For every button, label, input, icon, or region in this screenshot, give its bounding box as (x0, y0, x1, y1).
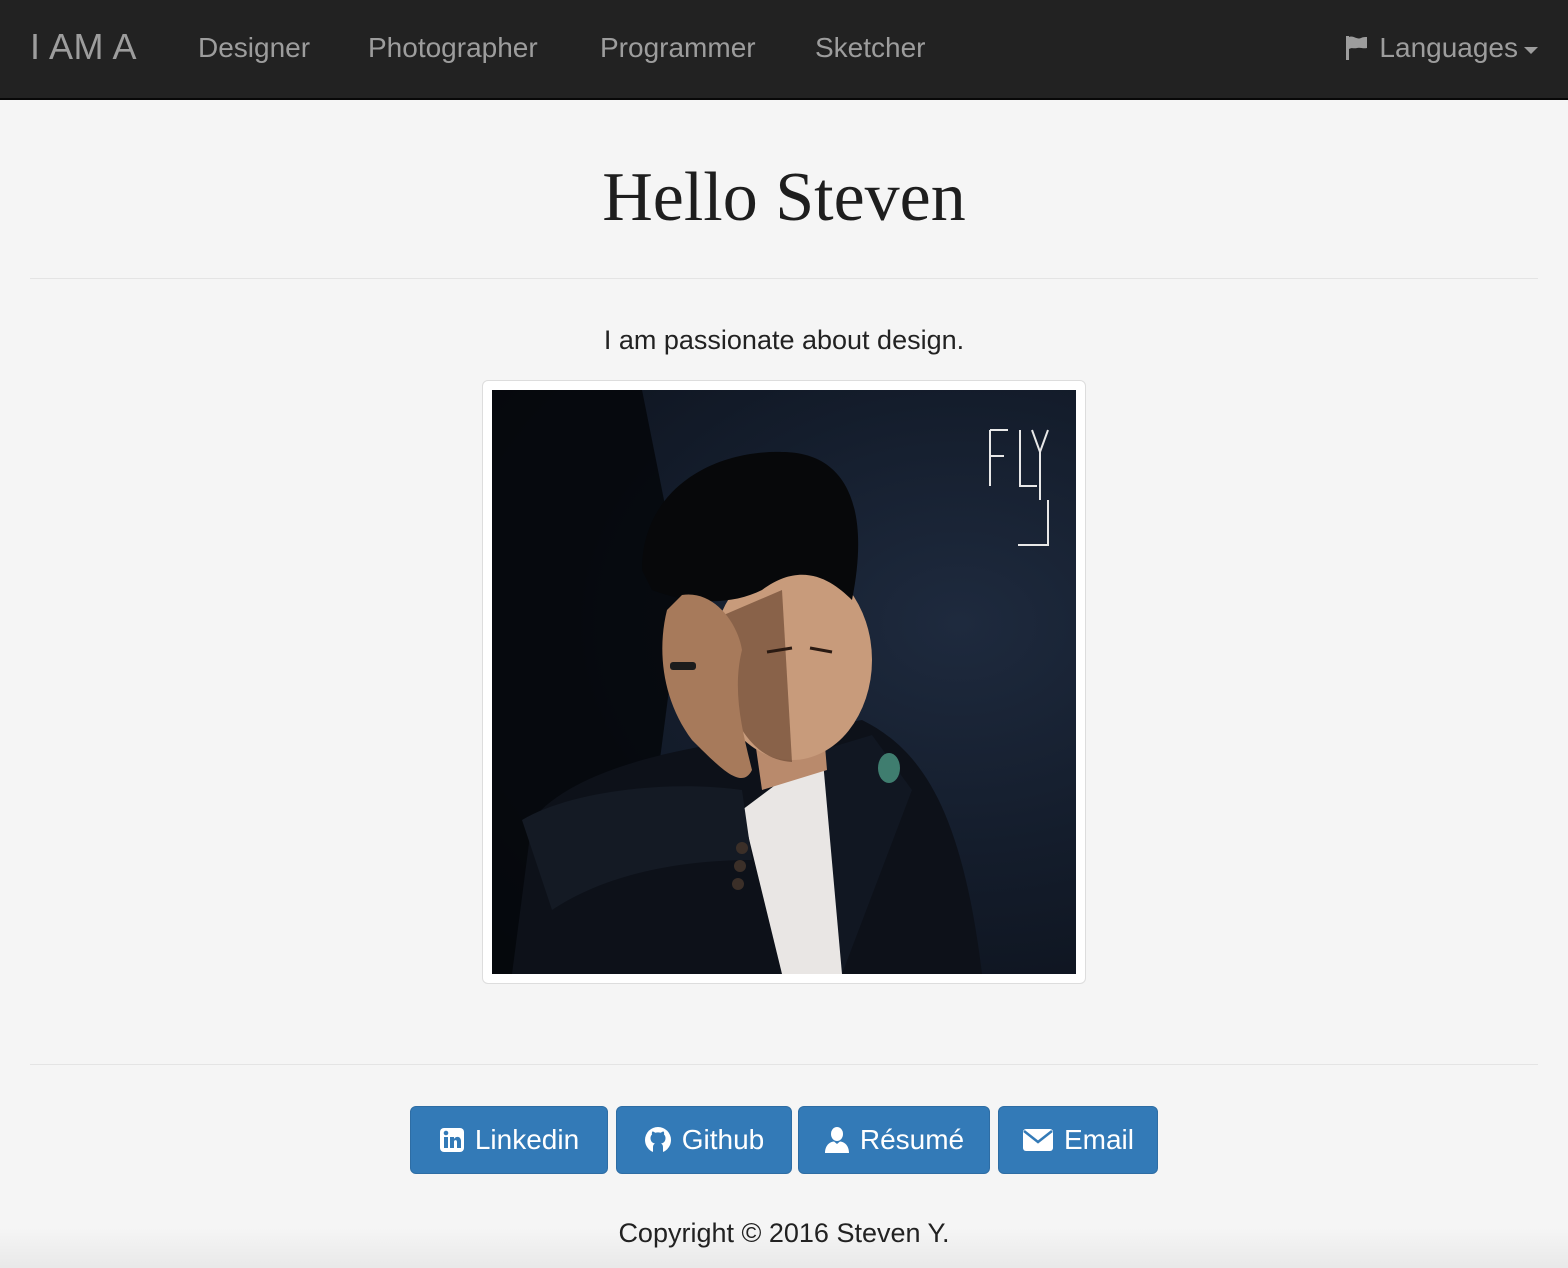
brand-link[interactable]: I AM A (30, 26, 137, 68)
divider (30, 1064, 1538, 1065)
tagline: I am passionate about design. (603, 325, 965, 355)
page-title: Hello Steven (602, 159, 966, 236)
nav-link-programmer[interactable]: Programmer (600, 32, 756, 64)
email-button[interactable]: Email (998, 1106, 1158, 1174)
languages-label: Languages (1379, 32, 1518, 63)
envelope-icon (1022, 1129, 1053, 1151)
linkedin-icon (439, 1128, 464, 1152)
caret-down-icon (1524, 46, 1538, 54)
copyright-text: Copyright © 2016 Steven Y. (618, 1218, 950, 1248)
languages-dropdown[interactable]: Languages (1345, 32, 1538, 64)
github-button-label: Github (681, 1124, 765, 1155)
resume-button-label: Résumé (859, 1124, 965, 1155)
email-button-label: Email (1063, 1124, 1134, 1155)
divider (30, 278, 1538, 279)
flag-icon (1346, 36, 1368, 60)
fly-watermark-icon (989, 429, 1049, 546)
linkedin-button[interactable]: Linkedin (410, 1106, 608, 1174)
nav-link-designer[interactable]: Designer (198, 32, 310, 64)
github-icon (644, 1127, 671, 1153)
user-icon (824, 1127, 849, 1153)
navbar: I AM A Designer Photographer Programmer … (0, 0, 1568, 100)
nav-link-sketcher[interactable]: Sketcher (815, 32, 926, 64)
nav-link-photographer[interactable]: Photographer (368, 32, 538, 64)
resume-button[interactable]: Résumé (798, 1106, 990, 1174)
profile-photo-frame (482, 380, 1086, 984)
github-button[interactable]: Github (616, 1106, 792, 1174)
portrait-illustration (492, 390, 1049, 974)
linkedin-button-label: Linkedin (474, 1124, 580, 1155)
profile-photo (492, 390, 1076, 974)
